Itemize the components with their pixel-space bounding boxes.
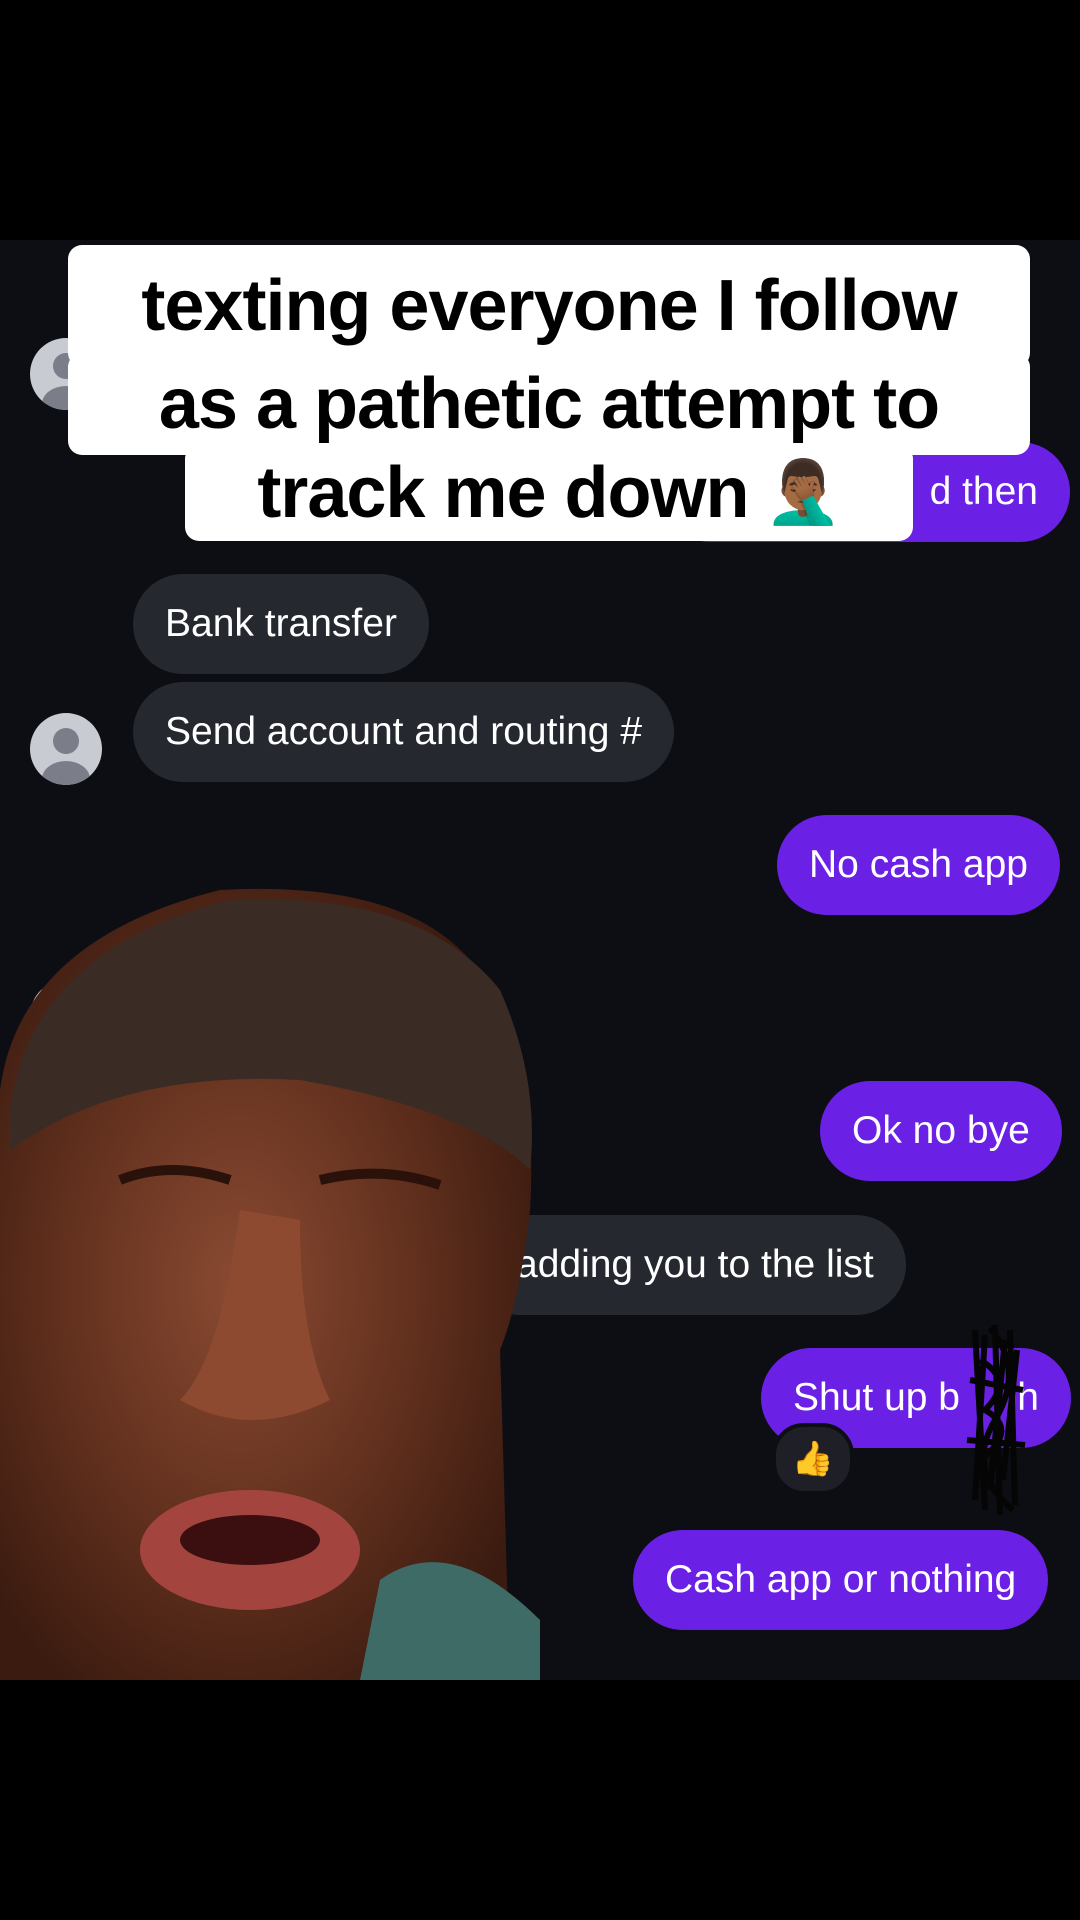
outgoing-message-no-cash-app[interactable]: No cash app <box>777 815 1060 915</box>
thumbs-up-icon[interactable]: 👍 <box>772 1423 854 1495</box>
message-text: Cash app or nothing <box>665 1558 1017 1601</box>
message-text: Ok no bye <box>852 1109 1030 1152</box>
facepalm-emoji: 🤦🏾‍♂️ <box>764 458 841 527</box>
top-black-bar <box>0 0 1080 240</box>
incoming-message-bank-transfer[interactable]: Bank transfer <box>133 574 429 674</box>
message-text: adding you to the list <box>516 1243 874 1286</box>
message-text: Send account and routing # <box>165 710 643 753</box>
caption-line-2: as a pathetic attempt to <box>68 353 1030 455</box>
bottom-black-bar <box>0 1680 1080 1920</box>
incoming-message-send-account[interactable]: Send account and routing # <box>133 682 675 782</box>
scribble-redaction <box>966 1324 1026 1516</box>
message-text: d then <box>929 470 1038 513</box>
person-overlay-image <box>0 888 540 1680</box>
message-text: No cash app <box>809 843 1028 886</box>
avatar-icon[interactable] <box>30 713 102 785</box>
caption-line-3: track me down 🤦🏾‍♂️ <box>185 445 913 541</box>
outgoing-message-cash-app-or-nothing[interactable]: Cash app or nothing <box>633 1530 1049 1630</box>
message-text: Shut up b <box>793 1376 960 1419</box>
message-text: Bank transfer <box>165 602 397 645</box>
caption-line-1: texting everyone I follow <box>68 245 1030 367</box>
outgoing-message-ok-no-bye[interactable]: Ok no bye <box>820 1081 1062 1181</box>
